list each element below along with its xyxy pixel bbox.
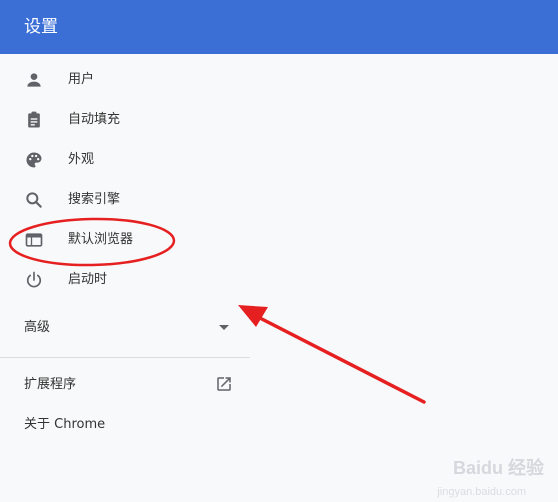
sidebar-divider xyxy=(0,357,250,358)
clipboard-icon xyxy=(28,111,40,128)
sidebar-item-appearance[interactable]: 外观 xyxy=(0,140,250,180)
sidebar-item-on-startup[interactable]: 启动时 xyxy=(0,260,250,300)
search-icon xyxy=(26,192,42,208)
extensions-link[interactable]: 扩展程序 xyxy=(0,367,250,403)
advanced-expander[interactable]: 高级 xyxy=(0,308,250,348)
about-chrome-link[interactable]: 关于 Chrome xyxy=(0,407,250,443)
sidebar-item-default-browser[interactable]: 默认浏览器 xyxy=(0,220,250,260)
sidebar-item-label: 启动时 xyxy=(68,272,108,287)
sidebar-item-autofill[interactable]: 自动填充 xyxy=(0,100,250,140)
extensions-label: 扩展程序 xyxy=(24,377,77,392)
browser-window-icon xyxy=(25,233,43,247)
palette-icon xyxy=(26,152,42,168)
sidebar-item-label: 外观 xyxy=(68,152,95,167)
sidebar-item-label: 默认浏览器 xyxy=(68,232,134,247)
advanced-label: 高级 xyxy=(24,320,51,335)
sidebar-item-search-engine[interactable]: 搜索引擎 xyxy=(0,180,250,220)
sidebar-item-people[interactable]: 用户 xyxy=(0,60,250,100)
caret-down-icon xyxy=(219,325,229,330)
watermark-subtext: jingyan.baidu.com xyxy=(437,486,526,498)
settings-header: 设置 xyxy=(0,0,558,54)
sidebar-item-label: 搜索引擎 xyxy=(68,192,121,207)
open-in-new-icon xyxy=(217,377,231,391)
page-title: 设置 xyxy=(24,17,58,37)
power-icon xyxy=(26,271,42,288)
watermark-text: Baidu 经验 xyxy=(452,458,544,478)
sidebar-item-label: 用户 xyxy=(68,72,95,87)
person-icon xyxy=(27,73,41,87)
annotation-arrow-shaft xyxy=(254,314,426,404)
about-chrome-label: 关于 Chrome xyxy=(24,417,106,432)
sidebar-item-label: 自动填充 xyxy=(68,112,121,127)
